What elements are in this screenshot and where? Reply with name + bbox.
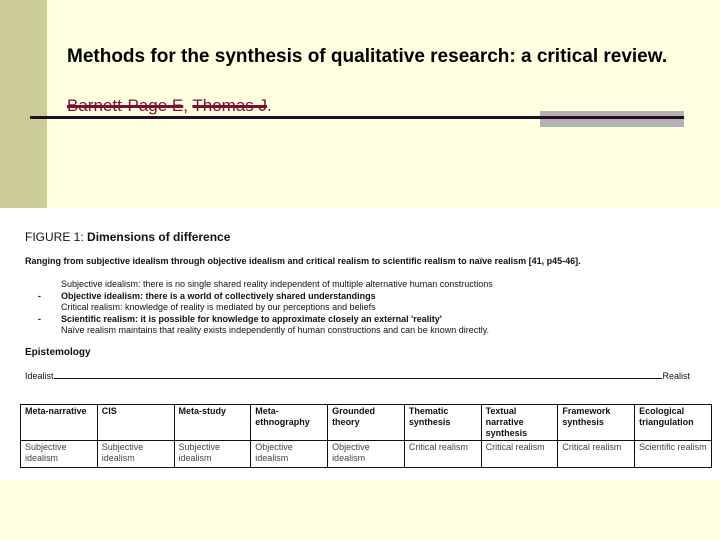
epistemology-scale: Idealist Realist [25,371,690,381]
epistemology-cell: Scientific realism [634,440,712,468]
epistemology-heading: Epistemology [25,347,91,358]
epistemology-cell: Subjective idealism [96,440,175,468]
list-item-text: Objective idealism: there is a world of … [61,290,376,301]
table-header-row: Meta-narrative CIS Meta-study Meta-ethnogra… [20,404,712,441]
list-item-text: Subjective idealism: there is no single … [61,279,493,289]
method-cell: Meta-ethnography [250,404,329,441]
figure-title: FIGURE 1: Dimensions of difference [25,230,230,244]
list-item: - Objective idealism: there is a world of… [38,291,493,303]
method-cell: Grounded theory [327,404,405,441]
method-cell: Meta-study [173,404,252,441]
figure-heading: Dimensions of difference [87,230,231,244]
method-cell: Textual narrative synthesis [480,404,559,441]
epistemology-cell: Critical realism [557,440,636,468]
list-item-text: Scientific realism: it is possible for k… [61,313,442,324]
table-row: Subjective idealism Subjective idealism Su… [20,440,712,468]
scale-line [53,371,663,379]
epistemology-cell: Objective idealism [250,440,329,468]
title-rule [30,116,684,119]
epistemology-cell: Objective idealism [327,440,405,468]
method-cell: Ecological triangulation [634,404,712,441]
author-link[interactable]: Thomas J [192,96,267,115]
figure-image: FIGURE 1: Dimensions of difference Rangi… [0,208,720,479]
method-cell: Meta-narrative [20,404,98,441]
list-item-text: Critical realism: knowledge of reality i… [61,302,376,312]
scale-left: Idealist [25,371,54,381]
list-item: - Scientific realism: it is possible for … [38,314,493,326]
method-cell: CIS [96,404,175,441]
epistemology-cell: Subjective idealism [20,440,98,468]
epistemology-cell: Subjective idealism [173,440,252,468]
range-text: Ranging from subjective idealism through… [25,256,581,266]
methods-table: Meta-narrative CIS Meta-study Meta-ethnogra… [20,404,712,468]
slide-title: Methods for the synthesis of qualitative… [67,46,668,67]
slide-sidebar-accent [0,0,47,208]
bullet-dash: - [38,290,41,301]
method-cell: Framework synthesis [557,404,636,441]
bullet-dash: - [38,313,41,324]
list-item-text: Naïve realism maintains that reality exi… [61,325,490,335]
decorative-bar [540,111,684,127]
method-cell: Thematic synthesis [403,404,482,441]
list-item: Naïve realism maintains that reality exi… [38,325,493,337]
list-item: Critical realism: knowledge of reality i… [38,302,493,314]
epistemology-cell: Critical realism [403,440,482,468]
period: . [267,96,272,115]
epistemology-cell: Critical realism [480,440,559,468]
definition-list: Subjective idealism: there is no single … [38,279,493,337]
author-link[interactable]: Barnett-Page E [67,96,183,115]
scale-right: Realist [662,371,690,381]
figure-label: FIGURE 1: [25,230,84,244]
authors: Barnett-Page E, Thomas J. [67,96,272,116]
list-item: Subjective idealism: there is no single … [38,279,493,291]
